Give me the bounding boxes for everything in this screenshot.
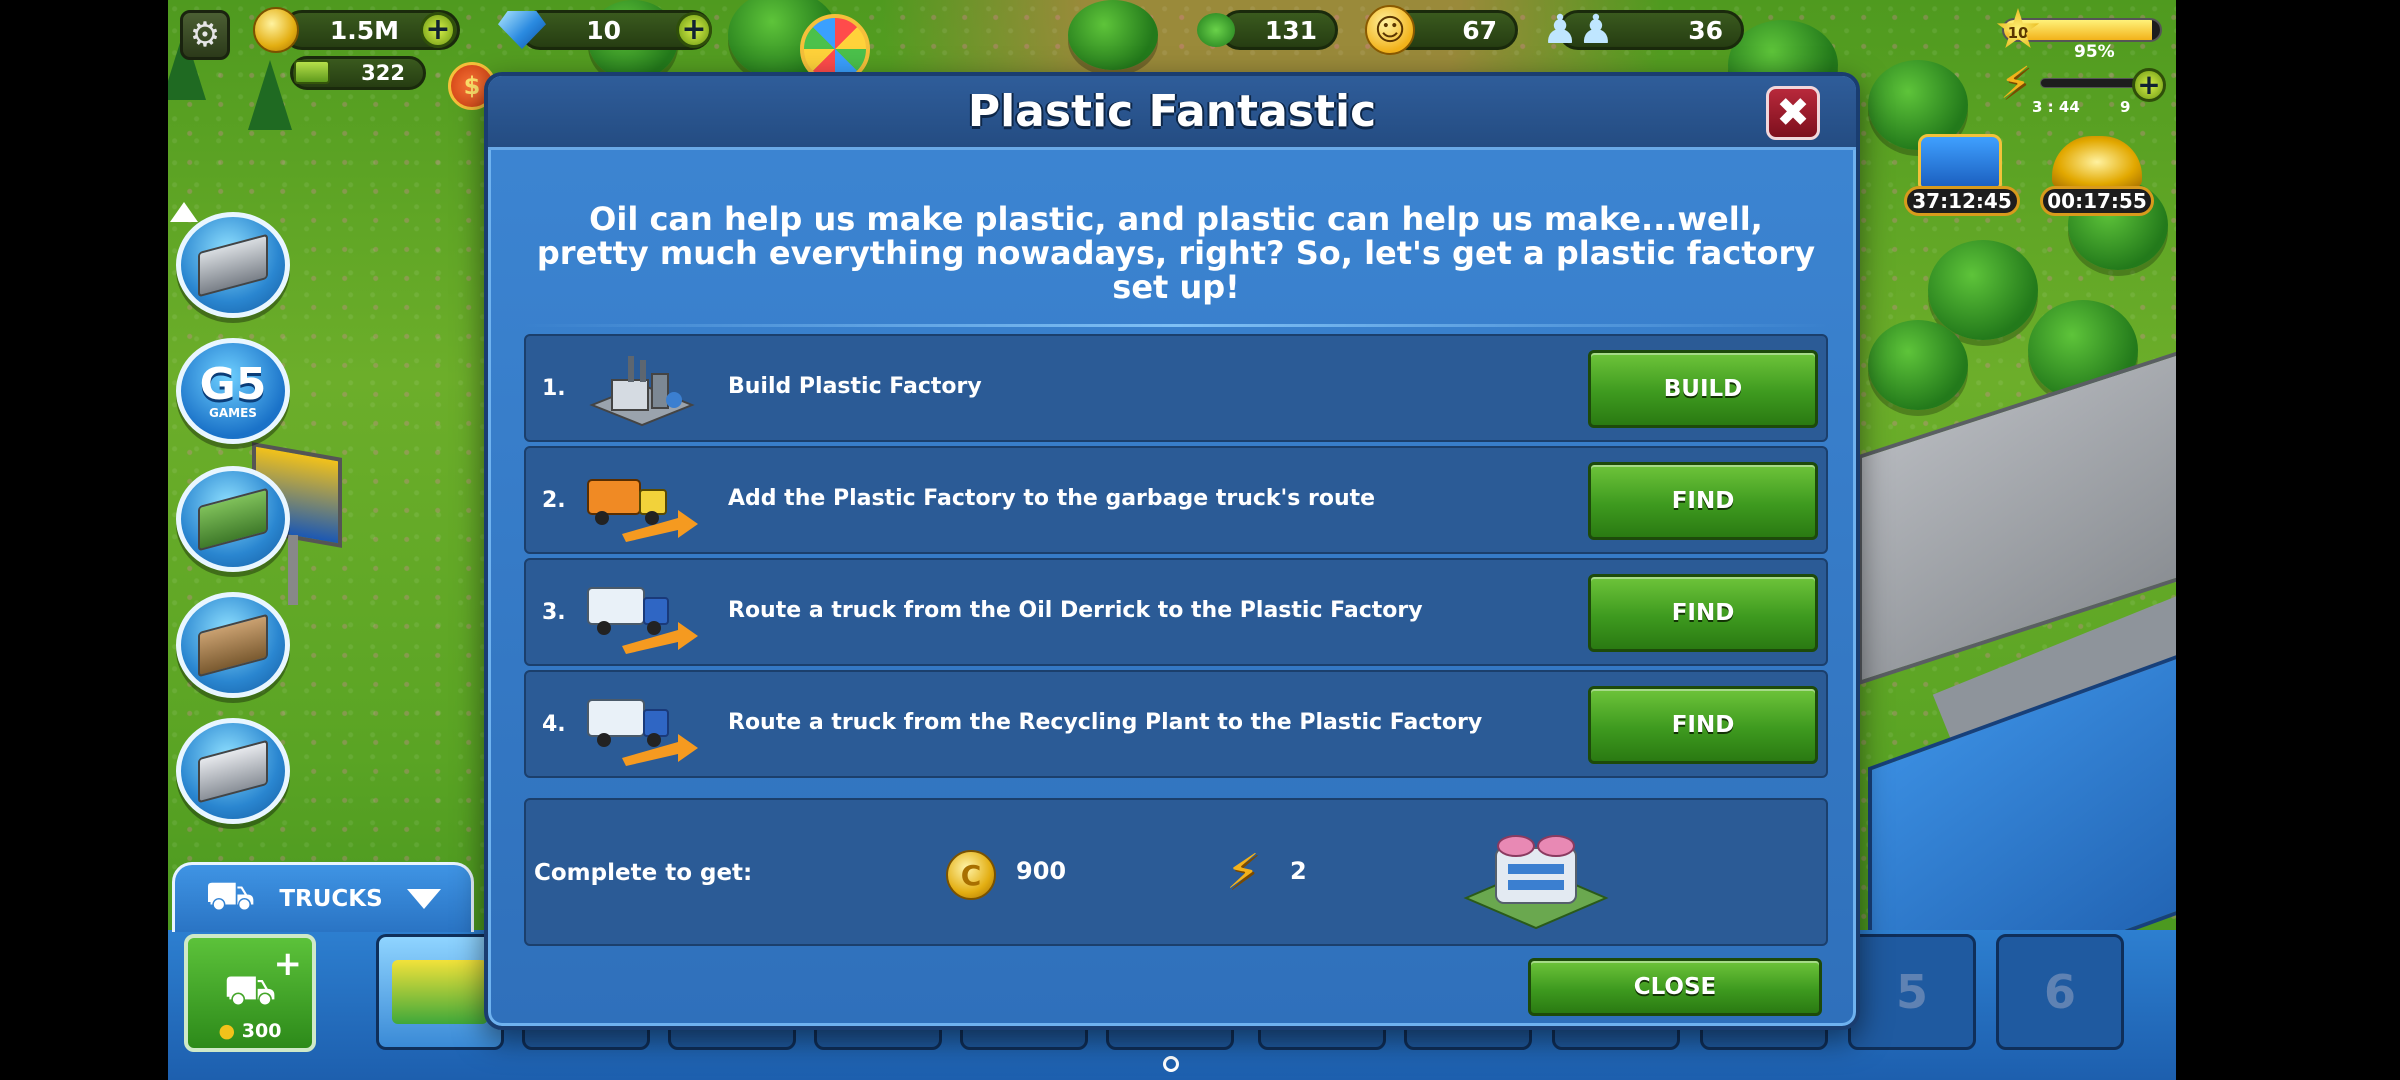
coin-icon: ● — [218, 1020, 236, 1042]
build-button[interactable]: BUILD — [1588, 350, 1818, 428]
factory-button[interactable] — [176, 718, 290, 824]
billboard-pole — [288, 535, 298, 605]
task-number: 3. — [542, 600, 566, 625]
happiness-value: 67 — [1462, 15, 1497, 45]
task-row: 1. Build Plastic Factory BUILD — [524, 334, 1828, 442]
plus-icon: + — [273, 944, 303, 984]
coins-icon — [246, 0, 306, 60]
g5-games-label: GAMES — [209, 406, 257, 420]
dialog-title: Plastic Fantastic — [967, 86, 1377, 137]
add-truck-price: ● 300 — [219, 1020, 282, 1042]
truck-icon: ⛟ — [205, 873, 256, 919]
truck-route-icon — [587, 699, 698, 766]
reward-label: Complete to get: — [534, 860, 753, 886]
truck-icon: ⛟ — [223, 965, 277, 1014]
upgrade-building-icon — [198, 613, 268, 677]
reward-building-icon — [1463, 835, 1609, 930]
collapse-arrow-icon[interactable] — [170, 202, 198, 222]
close-x-button[interactable]: ✖ — [1766, 86, 1820, 140]
settings-gear-icon[interactable]: ⚙ — [180, 10, 230, 60]
coin-icon: C — [946, 850, 996, 900]
smiley-icon: ☺ — [1362, 2, 1418, 58]
add-truck-price-value: 300 — [241, 1020, 282, 1042]
trucks-tab[interactable]: ⛟ TRUCKS — [172, 862, 474, 932]
garbage-truck-icon — [392, 960, 488, 1024]
population-icon: ♟♟ — [1542, 7, 1614, 53]
task-text: Add the Plastic Factory to the garbage t… — [728, 486, 1376, 511]
add-energy-button[interactable]: + — [2132, 68, 2166, 102]
level-value: 10 — [2007, 23, 2029, 42]
population-value: 36 — [1688, 15, 1723, 45]
energy-bolt-icon: ⚡ — [1226, 844, 1260, 900]
tree — [1868, 320, 1968, 410]
task-text: Route a truck from the Oil Derrick to th… — [728, 598, 1423, 623]
page-indicator[interactable] — [1163, 1056, 1179, 1072]
slot-number: 6 — [2043, 965, 2076, 1019]
bills-icon — [290, 52, 334, 92]
dropdown-arrow-icon — [406, 888, 441, 909]
g5-logo: G5 — [199, 359, 267, 410]
port-icon — [198, 233, 268, 297]
energy-bolt-icon: ⚡ — [2000, 58, 2031, 109]
reward-panel: Complete to get: C 900 ⚡ 2 — [524, 798, 1828, 946]
gem-icon — [490, 4, 554, 56]
truck-slot-5[interactable]: 5 — [1848, 934, 1976, 1050]
find-button[interactable]: FIND — [1588, 462, 1818, 540]
add-coins-button[interactable]: + — [420, 12, 456, 48]
tree-icon — [1190, 4, 1242, 56]
dialog-header: Plastic Fantastic ✖ — [488, 76, 1856, 150]
garbage-truck-route-icon — [587, 479, 698, 542]
upgrade-button[interactable] — [176, 592, 290, 698]
gold-timer: 00:17:55 — [2040, 186, 2154, 216]
port-button[interactable] — [176, 212, 290, 318]
quest-description: Oil can help us make plastic, and plasti… — [536, 200, 1816, 306]
tree — [1068, 0, 1158, 70]
factory-icon — [198, 739, 268, 803]
gems-value: 10 — [586, 15, 621, 45]
tree — [1928, 240, 2038, 340]
energy-timer: 3 : 44 — [2032, 98, 2080, 116]
task-number: 4. — [542, 712, 566, 737]
warehouse-icon — [198, 487, 268, 551]
treasure-chest-icon[interactable] — [1918, 134, 2002, 190]
close-icon: ✖ — [1776, 90, 1810, 136]
close-button[interactable]: CLOSE — [1528, 958, 1822, 1016]
task-number: 1. — [542, 376, 566, 401]
task-row: 3. Route a truck from the Oil Derrick to… — [524, 558, 1828, 666]
coins-value: 1.5M — [329, 15, 399, 45]
task-row: 4. Route a truck from the Recycling Plan… — [524, 670, 1828, 778]
pine-tree — [248, 60, 292, 130]
divider — [524, 324, 1828, 327]
find-button[interactable]: FIND — [1588, 686, 1818, 764]
truck-route-icon — [587, 587, 698, 654]
reward-coins: 900 — [1016, 857, 1067, 885]
xp-percent: 95% — [2074, 42, 2115, 62]
trucks-label: TRUCKS — [279, 885, 383, 912]
task-number: 2. — [542, 488, 566, 513]
add-truck-button[interactable]: + ⛟ ● 300 — [184, 934, 316, 1052]
truck-slot-6[interactable]: 6 — [1996, 934, 2124, 1050]
plastic-factory-icon — [589, 356, 695, 427]
warehouse-button[interactable] — [176, 466, 290, 572]
add-gems-button[interactable]: + — [676, 12, 712, 48]
find-button[interactable]: FIND — [1588, 574, 1818, 652]
task-text: Build Plastic Factory — [728, 374, 982, 399]
bills-value: 322 — [361, 61, 405, 85]
quest-dialog: Plastic Fantastic ✖ Oil can help us make… — [484, 72, 1860, 1030]
task-text: Route a truck from the Recycling Plant t… — [728, 710, 1483, 735]
task-row: 2. Add the Plastic Factory to the garbag… — [524, 446, 1828, 554]
reward-energy: 2 — [1290, 857, 1307, 885]
slot-number: 5 — [1895, 965, 1928, 1019]
energy-value: 9 — [2120, 98, 2131, 116]
g5-games-button[interactable]: G5 GAMES — [176, 338, 290, 444]
chest-timer: 37:12:45 — [1904, 186, 2020, 216]
eco-value: 131 — [1264, 15, 1317, 45]
